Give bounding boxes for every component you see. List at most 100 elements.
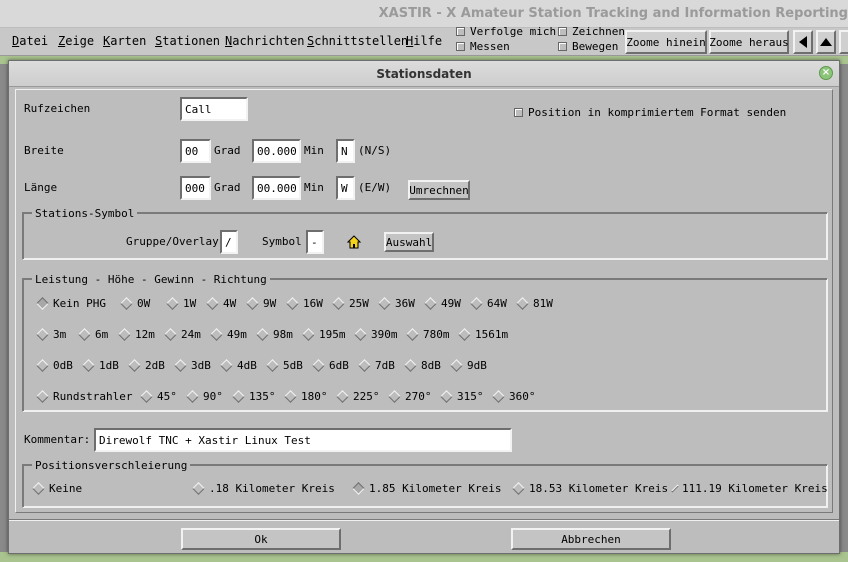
power-option[interactable]: 49W (424, 297, 470, 310)
gain-option[interactable]: 5dB (266, 359, 312, 372)
latitude-direction-hint: (N/S) (358, 144, 392, 157)
pan-up-button[interactable] (816, 30, 836, 54)
power-option[interactable]: 4W (206, 297, 246, 310)
position-ambiguity-frame-title: Positionsverschleierung (32, 459, 191, 472)
direction-option[interactable]: Rundstrahler (36, 390, 140, 403)
radio-icon (266, 359, 279, 372)
height-option[interactable]: 12m (118, 328, 164, 341)
direction-option[interactable]: 90° (186, 390, 232, 403)
radio-icon (492, 390, 505, 403)
close-icon[interactable]: × (819, 66, 833, 80)
direction-option[interactable]: 360° (492, 390, 544, 403)
radio-icon (458, 328, 471, 341)
check-bewegen[interactable]: Bewegen (558, 40, 618, 53)
gain-option[interactable]: 7dB (358, 359, 404, 372)
gain-option[interactable]: 2dB (128, 359, 174, 372)
menu-nachrichten[interactable]: Nachrichten (225, 34, 304, 48)
power-option[interactable]: 81W (516, 297, 562, 310)
radio-selected-icon (36, 297, 49, 310)
zoom-out-button[interactable]: Zoome heraus (709, 30, 789, 54)
power-option[interactable]: 1W (166, 297, 206, 310)
check-messen[interactable]: Messen (456, 40, 510, 53)
longitude-direction-hint: (E/W) (358, 181, 392, 194)
height-option[interactable]: 3m (36, 328, 78, 341)
gain-option[interactable]: 1dB (82, 359, 128, 372)
comment-label: Kommentar: (24, 433, 91, 446)
ambiguity-option[interactable]: 111.19 Kilometer Kreis (671, 482, 828, 495)
power-option[interactable]: 9W (246, 297, 286, 310)
height-option[interactable]: 24m (164, 328, 210, 341)
longitude-direction-input[interactable]: W (336, 176, 355, 200)
power-option[interactable]: 64W (470, 297, 516, 310)
menu-schnittstellen[interactable]: Schnittstellen (307, 34, 408, 48)
ambiguity-option[interactable]: 18.53 Kilometer Kreis (512, 482, 672, 495)
latitude-degrees-input[interactable]: 00 (180, 139, 211, 163)
gain-option[interactable]: 9dB (450, 359, 496, 372)
radio-icon (336, 390, 349, 403)
height-option[interactable]: 1561m (458, 328, 514, 341)
radio-icon (286, 297, 299, 310)
direction-option[interactable]: 45° (140, 390, 186, 403)
height-option[interactable]: 98m (256, 328, 302, 341)
radio-icon (284, 390, 297, 403)
height-option[interactable]: 49m (210, 328, 256, 341)
direction-option[interactable]: 315° (440, 390, 492, 403)
power-option[interactable]: 16W (286, 297, 332, 310)
radio-icon (302, 328, 315, 341)
menu-zeige[interactable]: Zeige (58, 34, 94, 48)
pan-down-button[interactable] (839, 30, 848, 54)
height-option[interactable]: 390m (354, 328, 406, 341)
latitude-minutes-input[interactable]: 00.000 (252, 139, 301, 163)
power-option[interactable]: 36W (378, 297, 424, 310)
callsign-input[interactable]: Call (180, 97, 248, 121)
gain-option[interactable]: 6dB (312, 359, 358, 372)
menu-datei[interactable]: Datei (12, 34, 48, 48)
radio-icon (256, 328, 269, 341)
power-option[interactable]: 25W (332, 297, 378, 310)
direction-option[interactable]: 135° (232, 390, 284, 403)
convert-button[interactable]: Umrechnen (408, 180, 470, 200)
radio-icon (232, 390, 245, 403)
power-option[interactable]: Kein PHG (36, 297, 120, 310)
menu-karten[interactable]: Karten (103, 34, 146, 48)
check-verfolge-mich[interactable]: Verfolge mich (456, 25, 556, 38)
radio-icon (404, 359, 417, 372)
menu-stationen[interactable]: Stationen (155, 34, 220, 48)
direction-option[interactable]: 225° (336, 390, 388, 403)
gain-option[interactable]: 8dB (404, 359, 450, 372)
height-option[interactable]: 195m (302, 328, 354, 341)
zoom-in-button[interactable]: Zoome hinein (625, 30, 707, 54)
menu-hilfe[interactable]: Hilfe (406, 34, 442, 48)
check-zeichnen[interactable]: Zeichnen (558, 25, 625, 38)
symbol-input[interactable]: - (306, 230, 324, 254)
group-overlay-input[interactable]: / (220, 230, 238, 254)
radio-icon (312, 359, 325, 372)
direction-option[interactable]: 270° (388, 390, 440, 403)
height-option[interactable]: 6m (78, 328, 118, 341)
power-option[interactable]: 0W (120, 297, 166, 310)
gain-option[interactable]: 3dB (174, 359, 220, 372)
direction-option[interactable]: 180° (284, 390, 336, 403)
longitude-degrees-input[interactable]: 000 (180, 176, 211, 200)
ambiguity-option[interactable]: 1.85 Kilometer Kreis (352, 482, 512, 495)
gain-option[interactable]: 0dB (36, 359, 82, 372)
select-symbol-button[interactable]: Auswahl (384, 232, 434, 252)
height-option[interactable]: 780m (406, 328, 458, 341)
comment-input[interactable]: Direwolf TNC + Xastir Linux Test (94, 428, 512, 452)
radio-icon (120, 297, 133, 310)
radio-selected-icon (352, 482, 365, 495)
compressed-position-checkbox[interactable]: Position in komprimiertem Format senden (514, 106, 786, 119)
app-title: XASTIR - X Amateur Station Tracking and … (378, 6, 848, 21)
pan-left-button[interactable] (793, 30, 813, 54)
cancel-button[interactable]: Abbrechen (511, 528, 671, 550)
ambiguity-option[interactable]: .18 Kilometer Kreis (192, 482, 352, 495)
longitude-minutes-input[interactable]: 00.000 (252, 176, 301, 200)
latitude-minutes-unit: Min (304, 144, 324, 157)
latitude-direction-input[interactable]: N (336, 139, 355, 163)
radio-icon (450, 359, 463, 372)
ambiguity-option[interactable]: Keine (32, 482, 192, 495)
ok-button[interactable]: Ok (181, 528, 341, 550)
house-symbol-icon (347, 235, 361, 249)
gain-option[interactable]: 4dB (220, 359, 266, 372)
ambiguity-radio-group: Keine .18 Kilometer Kreis 1.85 Kilometer… (32, 482, 828, 495)
